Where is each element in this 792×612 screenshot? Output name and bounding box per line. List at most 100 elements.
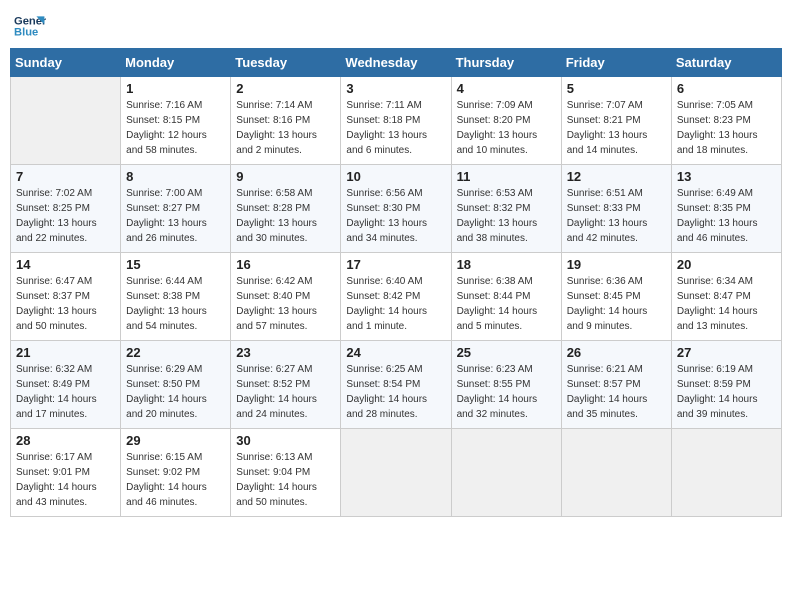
calendar-cell: 12 Sunrise: 6:51 AM Sunset: 8:33 PM Dayli…: [561, 165, 671, 253]
day-info: Sunrise: 6:42 AM Sunset: 8:40 PM Dayligh…: [236, 274, 335, 334]
day-number: 27: [677, 345, 776, 360]
day-info: Sunrise: 6:44 AM Sunset: 8:38 PM Dayligh…: [126, 274, 225, 334]
day-info: Sunrise: 6:17 AM Sunset: 9:01 PM Dayligh…: [16, 450, 115, 510]
calendar-cell: 5Sunrise: 7:07 AM Sunset: 8:21 PM Daylig…: [561, 77, 671, 165]
calendar-cell: 11 Sunrise: 6:53 AM Sunset: 8:32 PM Dayli…: [451, 165, 561, 253]
day-number: 1: [126, 81, 225, 96]
day-number: 7: [16, 169, 115, 184]
day-number: 6: [677, 81, 776, 96]
day-number: 30: [236, 433, 335, 448]
weekday-header-monday: Monday: [121, 49, 231, 77]
calendar-cell: 7 Sunrise: 7:02 AM Sunset: 8:25 PM Daylig…: [11, 165, 121, 253]
day-info: Sunrise: 6:29 AM Sunset: 8:50 PM Dayligh…: [126, 362, 225, 422]
day-info: Sunrise: 7:11 AM Sunset: 8:18 PM Dayligh…: [346, 98, 445, 158]
calendar-cell: 24Sunrise: 6:25 AM Sunset: 8:54 PM Dayli…: [341, 341, 451, 429]
day-number: 29: [126, 433, 225, 448]
day-info: Sunrise: 6:13 AM Sunset: 9:04 PM Dayligh…: [236, 450, 335, 510]
logo: General Blue: [14, 10, 46, 42]
calendar-cell: 6 Sunrise: 7:05 AM Sunset: 8:23 PM Daylig…: [671, 77, 781, 165]
day-info: Sunrise: 7:14 AM Sunset: 8:16 PM Dayligh…: [236, 98, 335, 158]
calendar-table: SundayMondayTuesdayWednesdayThursdayFrid…: [10, 48, 782, 517]
day-number: 24: [346, 345, 445, 360]
calendar-cell: 27 Sunrise: 6:19 AM Sunset: 8:59 PM Dayli…: [671, 341, 781, 429]
day-info: Sunrise: 7:05 AM Sunset: 8:23 PM Dayligh…: [677, 98, 776, 158]
day-info: Sunrise: 6:27 AM Sunset: 8:52 PM Dayligh…: [236, 362, 335, 422]
day-info: Sunrise: 7:09 AM Sunset: 8:20 PM Dayligh…: [457, 98, 556, 158]
day-info: Sunrise: 6:47 AM Sunset: 8:37 PM Dayligh…: [16, 274, 115, 334]
calendar-cell: 4 Sunrise: 7:09 AM Sunset: 8:20 PM Daylig…: [451, 77, 561, 165]
calendar-cell: 17 Sunrise: 6:40 AM Sunset: 8:42 PM Dayli…: [341, 253, 451, 341]
calendar-cell: 9Sunrise: 6:58 AM Sunset: 8:28 PM Daylig…: [231, 165, 341, 253]
day-info: Sunrise: 6:53 AM Sunset: 8:32 PM Dayligh…: [457, 186, 556, 246]
calendar-cell: 14 Sunrise: 6:47 AM Sunset: 8:37 PM Dayli…: [11, 253, 121, 341]
calendar-cell: [11, 77, 121, 165]
day-info: Sunrise: 6:34 AM Sunset: 8:47 PM Dayligh…: [677, 274, 776, 334]
weekday-header-friday: Friday: [561, 49, 671, 77]
day-number: 28: [16, 433, 115, 448]
calendar-cell: [671, 429, 781, 517]
calendar-cell: 16 Sunrise: 6:42 AM Sunset: 8:40 PM Dayli…: [231, 253, 341, 341]
calendar-cell: 18Sunrise: 6:38 AM Sunset: 8:44 PM Dayli…: [451, 253, 561, 341]
calendar-cell: 28 Sunrise: 6:17 AM Sunset: 9:01 PM Dayli…: [11, 429, 121, 517]
calendar-cell: 21 Sunrise: 6:32 AM Sunset: 8:49 PM Dayli…: [11, 341, 121, 429]
day-number: 8: [126, 169, 225, 184]
calendar-cell: 8 Sunrise: 7:00 AM Sunset: 8:27 PM Daylig…: [121, 165, 231, 253]
calendar-cell: 19 Sunrise: 6:36 AM Sunset: 8:45 PM Dayli…: [561, 253, 671, 341]
weekday-header-tuesday: Tuesday: [231, 49, 341, 77]
day-number: 26: [567, 345, 666, 360]
day-number: 10: [346, 169, 445, 184]
calendar-cell: 22 Sunrise: 6:29 AM Sunset: 8:50 PM Dayli…: [121, 341, 231, 429]
day-info: Sunrise: 6:51 AM Sunset: 8:33 PM Dayligh…: [567, 186, 666, 246]
day-number: 17: [346, 257, 445, 272]
day-number: 23: [236, 345, 335, 360]
day-info: Sunrise: 6:32 AM Sunset: 8:49 PM Dayligh…: [16, 362, 115, 422]
calendar-cell: 25 Sunrise: 6:23 AM Sunset: 8:55 PM Dayli…: [451, 341, 561, 429]
weekday-header-saturday: Saturday: [671, 49, 781, 77]
calendar-cell: 2 Sunrise: 7:14 AM Sunset: 8:16 PM Daylig…: [231, 77, 341, 165]
day-info: Sunrise: 7:02 AM Sunset: 8:25 PM Dayligh…: [16, 186, 115, 246]
day-info: Sunrise: 6:15 AM Sunset: 9:02 PM Dayligh…: [126, 450, 225, 510]
calendar-cell: [341, 429, 451, 517]
day-number: 13: [677, 169, 776, 184]
calendar-cell: 29 Sunrise: 6:15 AM Sunset: 9:02 PM Dayli…: [121, 429, 231, 517]
day-number: 22: [126, 345, 225, 360]
calendar-cell: 13Sunrise: 6:49 AM Sunset: 8:35 PM Dayli…: [671, 165, 781, 253]
day-number: 20: [677, 257, 776, 272]
day-number: 15: [126, 257, 225, 272]
day-info: Sunrise: 6:40 AM Sunset: 8:42 PM Dayligh…: [346, 274, 445, 334]
page-header: General Blue: [10, 10, 782, 42]
day-number: 19: [567, 257, 666, 272]
calendar-cell: 1 Sunrise: 7:16 AM Sunset: 8:15 PM Daylig…: [121, 77, 231, 165]
day-info: Sunrise: 7:00 AM Sunset: 8:27 PM Dayligh…: [126, 186, 225, 246]
day-number: 21: [16, 345, 115, 360]
weekday-header-thursday: Thursday: [451, 49, 561, 77]
calendar-cell: 26 Sunrise: 6:21 AM Sunset: 8:57 PM Dayli…: [561, 341, 671, 429]
weekday-header-wednesday: Wednesday: [341, 49, 451, 77]
day-info: Sunrise: 6:58 AM Sunset: 8:28 PM Dayligh…: [236, 186, 335, 246]
day-number: 2: [236, 81, 335, 96]
calendar-cell: [451, 429, 561, 517]
day-number: 14: [16, 257, 115, 272]
calendar-cell: 3 Sunrise: 7:11 AM Sunset: 8:18 PM Daylig…: [341, 77, 451, 165]
day-number: 12: [567, 169, 666, 184]
day-number: 16: [236, 257, 335, 272]
svg-text:Blue: Blue: [14, 27, 38, 39]
day-info: Sunrise: 6:38 AM Sunset: 8:44 PM Dayligh…: [457, 274, 556, 334]
day-info: Sunrise: 6:23 AM Sunset: 8:55 PM Dayligh…: [457, 362, 556, 422]
day-number: 4: [457, 81, 556, 96]
calendar-cell: 15 Sunrise: 6:44 AM Sunset: 8:38 PM Dayli…: [121, 253, 231, 341]
day-info: Sunrise: 7:07 AM Sunset: 8:21 PM Dayligh…: [567, 98, 666, 158]
day-number: 11: [457, 169, 556, 184]
calendar-cell: 20 Sunrise: 6:34 AM Sunset: 8:47 PM Dayli…: [671, 253, 781, 341]
calendar-cell: 30 Sunrise: 6:13 AM Sunset: 9:04 PM Dayli…: [231, 429, 341, 517]
day-info: Sunrise: 7:16 AM Sunset: 8:15 PM Dayligh…: [126, 98, 225, 158]
day-info: Sunrise: 6:56 AM Sunset: 8:30 PM Dayligh…: [346, 186, 445, 246]
day-info: Sunrise: 6:36 AM Sunset: 8:45 PM Dayligh…: [567, 274, 666, 334]
weekday-header-sunday: Sunday: [11, 49, 121, 77]
calendar-cell: [561, 429, 671, 517]
day-info: Sunrise: 6:21 AM Sunset: 8:57 PM Dayligh…: [567, 362, 666, 422]
day-info: Sunrise: 6:19 AM Sunset: 8:59 PM Dayligh…: [677, 362, 776, 422]
calendar-cell: 10 Sunrise: 6:56 AM Sunset: 8:30 PM Dayli…: [341, 165, 451, 253]
day-number: 3: [346, 81, 445, 96]
day-number: 25: [457, 345, 556, 360]
